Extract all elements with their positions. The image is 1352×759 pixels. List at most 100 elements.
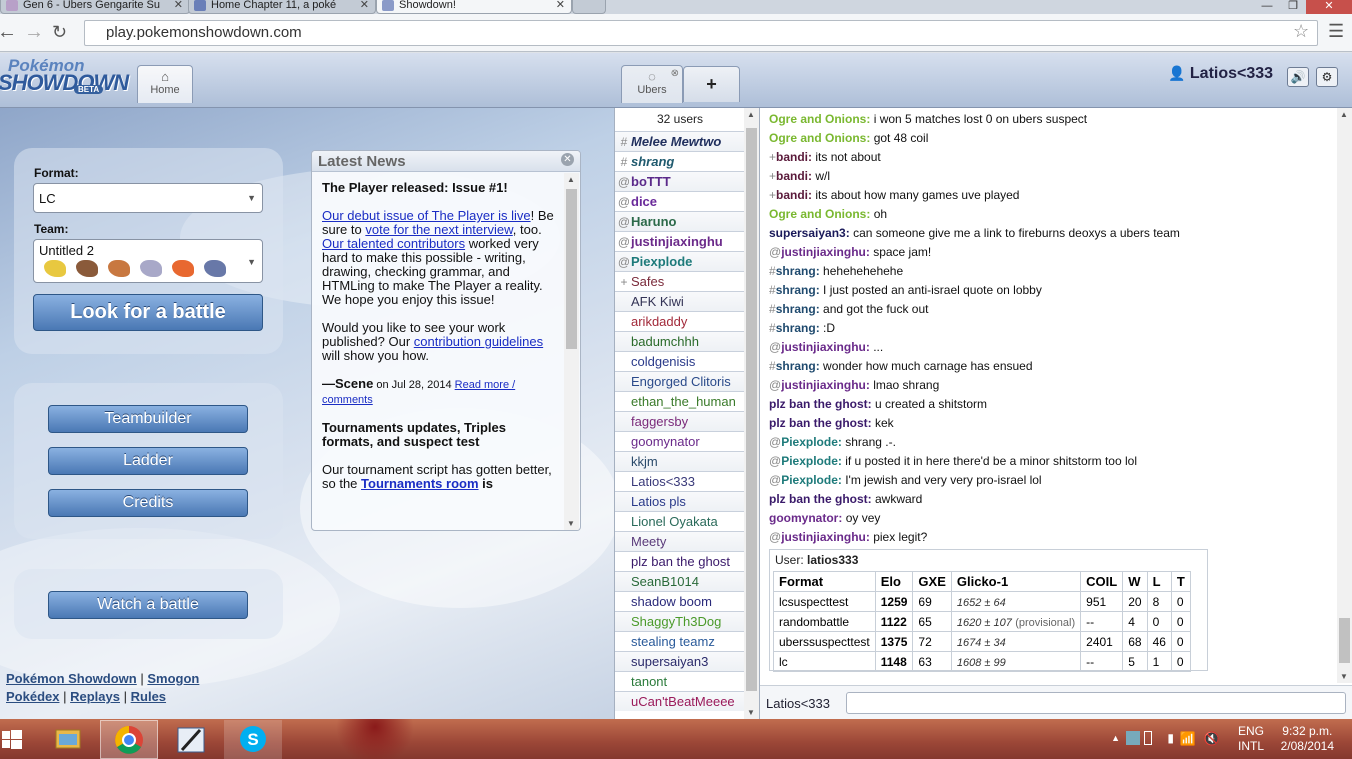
showdown-logo[interactable]: Pokémon SHOWDOWN BETA (0, 56, 134, 96)
back-icon[interactable]: ← (0, 20, 17, 44)
user-list-item[interactable]: Engorged Clitoris (615, 371, 745, 391)
close-window-icon[interactable]: ✕ (1306, 0, 1352, 14)
footer-link-replays[interactable]: Replays (70, 689, 120, 704)
look-for-battle-button[interactable]: Look for a battle (33, 294, 263, 331)
user-list-item[interactable]: # Melee Mewtwo (615, 131, 745, 151)
user-list-item[interactable]: Meety (615, 531, 745, 551)
scroll-down-icon[interactable]: ▼ (747, 708, 755, 717)
add-room-button[interactable]: + (683, 66, 740, 102)
user-list-item[interactable]: @boTTT (615, 171, 745, 191)
news-link[interactable]: vote for the next interview (365, 222, 512, 237)
tray-expand-icon[interactable]: ▲ (1111, 733, 1120, 743)
user-list-item[interactable]: Latios pls (615, 491, 745, 511)
scroll-down-icon[interactable]: ▼ (567, 519, 575, 528)
user-list-item[interactable]: kkjm (615, 451, 745, 471)
chat-username[interactable]: Piexplode: (781, 435, 842, 449)
chat-username[interactable]: justinjiaxinghu: (781, 530, 870, 544)
settings-button[interactable]: ⚙ (1316, 67, 1338, 87)
chat-username[interactable]: justinjiaxinghu: (781, 378, 870, 392)
footer-link-smogon[interactable]: Smogon (147, 671, 199, 686)
scroll-thumb[interactable] (746, 128, 757, 691)
menu-icon[interactable]: ☰ (1328, 21, 1344, 42)
news-link[interactable]: Tournaments room (361, 476, 479, 491)
user-list-item[interactable]: ethan_the_human (615, 391, 745, 411)
news-link[interactable]: Our talented contributors (322, 236, 465, 251)
chat-username[interactable]: Piexplode: (781, 454, 842, 468)
language-indicator[interactable]: ENG INTL (1238, 724, 1264, 754)
user-list-item[interactable]: ShaggyTh3Dog (615, 611, 745, 631)
scroll-up-icon[interactable]: ▲ (1340, 110, 1348, 119)
chat-username[interactable]: supersaiyan3: (769, 226, 850, 240)
user-list-item[interactable]: Lionel Oyakata (615, 511, 745, 531)
credits-button[interactable]: Credits (48, 489, 248, 517)
bookmark-star-icon[interactable]: ☆ (1293, 21, 1309, 42)
scroll-down-icon[interactable]: ▼ (1340, 672, 1348, 681)
chat-input-username[interactable]: Latios<333 (766, 696, 830, 711)
footer-link-pokedex[interactable]: Pokédex (6, 689, 59, 704)
chat-username[interactable]: shrang: (776, 302, 820, 316)
reload-icon[interactable]: ↻ (52, 20, 67, 44)
chat-username[interactable]: shrang: (776, 359, 820, 373)
chat-username[interactable]: shrang: (776, 264, 820, 278)
scroll-up-icon[interactable]: ▲ (747, 110, 755, 119)
user-list-item[interactable]: badumchhh (615, 331, 745, 351)
user-list-item[interactable]: @dice (615, 191, 745, 211)
user-list-item[interactable]: # shrang (615, 151, 745, 171)
chat-username[interactable]: plz ban the ghost: (769, 416, 872, 430)
close-icon[interactable]: ✕ (561, 153, 574, 166)
file-explorer-taskbar-icon[interactable] (46, 720, 90, 759)
chat-username[interactable]: Ogre and Onions: (769, 207, 870, 221)
user-list-item[interactable]: uCan'tBeatMeeee (615, 691, 745, 711)
volume-muted-icon[interactable]: 🔇 (1204, 731, 1220, 747)
user-list-item[interactable]: goomynator (615, 431, 745, 451)
userlist-scrollbar[interactable]: ▲ ▼ (744, 108, 759, 719)
network-icon[interactable]: 📶 (1180, 731, 1196, 747)
user-list-item[interactable]: stealing teamz (615, 631, 745, 651)
user-list-item[interactable]: supersaiyan3 (615, 651, 745, 671)
skype-taskbar-icon[interactable]: S (224, 720, 282, 759)
teambuilder-button[interactable]: Teambuilder (48, 405, 248, 433)
chat-username[interactable]: Piexplode: (781, 473, 842, 487)
close-room-icon[interactable]: ⊗ (671, 68, 679, 79)
minimize-icon[interactable]: — (1254, 0, 1280, 14)
forward-icon[interactable]: → (24, 20, 44, 44)
user-list-item[interactable]: + Safes (615, 271, 745, 291)
chat-scrollbar[interactable]: ▲ ▼ (1337, 108, 1352, 683)
ladder-button[interactable]: Ladder (48, 447, 248, 475)
news-link[interactable]: contribution guidelines (414, 334, 543, 349)
new-tab-button[interactable] (572, 0, 606, 14)
clock[interactable]: 9:32 p.m. 2/08/2014 (1281, 724, 1334, 754)
user-list-item[interactable]: shadow boom (615, 591, 745, 611)
chat-input[interactable] (846, 692, 1346, 714)
user-list-item[interactable]: AFK Kiwi (615, 291, 745, 311)
current-user[interactable]: 👤 Latios<333 (1168, 65, 1273, 83)
browser-tab-1[interactable]: Gen 6 - Ubers Gengarite Su ✕ (0, 0, 190, 14)
user-list-item[interactable]: tanont (615, 671, 745, 691)
browser-tab-3[interactable]: Showdown! ✕ (376, 0, 572, 14)
chat-username[interactable]: plz ban the ghost: (769, 492, 872, 506)
start-button[interactable] (0, 720, 40, 759)
news-link[interactable]: Our debut issue of The Player is live (322, 208, 531, 223)
signal-icon[interactable]: ▮ (1167, 731, 1174, 745)
scroll-up-icon[interactable]: ▲ (567, 175, 575, 184)
notepad-taskbar-icon[interactable] (164, 720, 220, 759)
battery-icon[interactable] (1144, 731, 1152, 745)
chat-username[interactable]: justinjiaxinghu: (781, 245, 870, 259)
chat-username[interactable]: shrang: (776, 283, 820, 297)
close-tab-icon[interactable]: ✕ (174, 0, 183, 11)
scroll-thumb[interactable] (566, 189, 577, 349)
tab-ubers[interactable]: ◌ Ubers ⊗ (621, 65, 683, 103)
user-list-item[interactable]: plz ban the ghost (615, 551, 745, 571)
close-tab-icon[interactable]: ✕ (360, 0, 369, 11)
chat-username[interactable]: justinjiaxinghu: (781, 340, 870, 354)
user-list-item[interactable]: Latios<333 (615, 471, 745, 491)
dropbox-icon[interactable] (1126, 731, 1140, 745)
chat-username[interactable]: plz ban the ghost: (769, 397, 872, 411)
chat-username[interactable]: bandi: (776, 188, 812, 202)
sound-button[interactable]: 🔊 (1287, 67, 1309, 87)
footer-link-rules[interactable]: Rules (131, 689, 166, 704)
chat-username[interactable]: goomynator: (769, 511, 842, 525)
format-select[interactable]: LC ▼ (33, 183, 263, 213)
user-list-item[interactable]: @justinjiaxinghu (615, 231, 745, 251)
chrome-taskbar-icon[interactable] (100, 720, 158, 759)
